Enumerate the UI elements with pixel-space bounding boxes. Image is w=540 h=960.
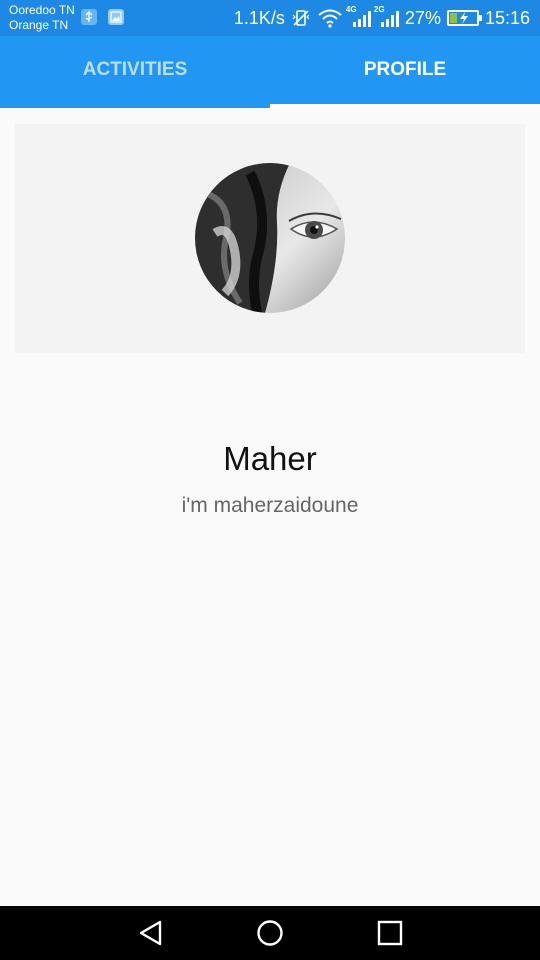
profile-header-card <box>15 124 525 353</box>
battery-level-fill <box>449 13 457 23</box>
usb-notification-icon <box>81 9 97 25</box>
tab-profile[interactable]: PROFILE <box>270 36 540 108</box>
tab-activities[interactable]: ACTIVITIES <box>0 36 270 108</box>
navigation-bar <box>0 906 540 960</box>
profile-bio: i'm maherzaidoune <box>181 494 359 517</box>
sim2-signal-icon: 2G <box>373 5 399 28</box>
image-notification-icon <box>108 9 124 25</box>
sim2-network-type: 2G <box>373 5 385 14</box>
sim1-signal-icon: 4G <box>345 5 371 28</box>
sim1-network-type: 4G <box>345 5 357 14</box>
carrier-1: Ooredoo TN <box>9 3 75 17</box>
avatar[interactable] <box>195 163 345 313</box>
recents-icon[interactable] <box>375 918 405 948</box>
active-tab-indicator <box>270 104 540 108</box>
vibrate-off-icon <box>291 8 311 28</box>
back-icon[interactable] <box>136 918 166 948</box>
battery-charging-icon <box>446 10 482 26</box>
status-time: 15:16 <box>484 7 530 28</box>
tab-bar: ACTIVITIES PROFILE <box>0 36 540 108</box>
status-bar: Ooredoo TN Orange TN 1.1K/s 4G 2G 27% 15… <box>0 0 540 36</box>
home-icon[interactable] <box>255 918 285 948</box>
battery-percent: 27% <box>404 7 441 28</box>
profile-name: Maher <box>223 440 317 477</box>
wifi-icon <box>317 8 343 28</box>
network-speed: 1.1K/s <box>233 7 285 28</box>
carrier-names: Ooredoo TN Orange TN <box>9 3 75 33</box>
carrier-2: Orange TN <box>9 18 69 32</box>
